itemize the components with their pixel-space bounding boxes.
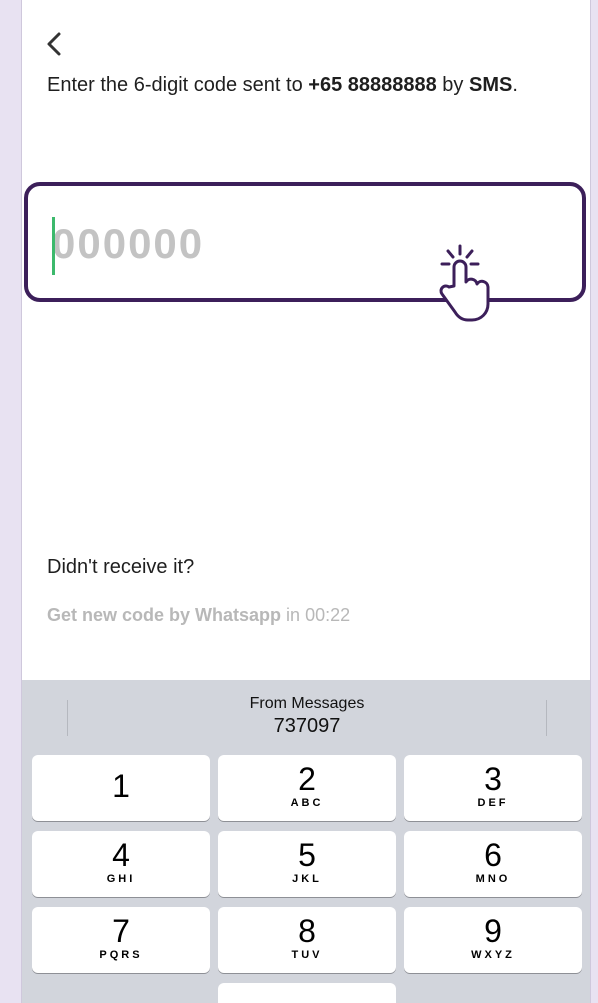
resend-title: Didn't receive it? xyxy=(47,556,195,578)
suggestion-code: 737097 xyxy=(273,715,341,737)
suggestion-divider xyxy=(546,700,547,736)
key-5[interactable]: 5 JKL xyxy=(218,831,396,897)
code-suggestion-bar: From Messages 737097 xyxy=(22,680,590,752)
key-3[interactable]: 3 DEF xyxy=(404,755,582,821)
phone-number: +65 88888888 xyxy=(308,74,437,96)
key-0[interactable] xyxy=(218,983,396,1003)
key-2[interactable]: 2 ABC xyxy=(218,755,396,821)
key-7[interactable]: 7 PQRS xyxy=(32,907,210,973)
key-6[interactable]: 6 MNO xyxy=(404,831,582,897)
key-1[interactable]: 1 xyxy=(32,755,210,821)
numeric-keyboard: From Messages 737097 1 2 ABC 3 DEF 4 GHI… xyxy=(22,680,590,1003)
key-4[interactable]: 4 GHI xyxy=(32,831,210,897)
back-button[interactable] xyxy=(42,26,70,62)
autofill-code-suggestion[interactable]: From Messages 737097 xyxy=(207,694,407,738)
code-input-box[interactable] xyxy=(24,182,586,322)
otp-screen: Enter the 6-digit code sent to +65 88888… xyxy=(21,0,591,1003)
delivery-channel: SMS xyxy=(469,74,513,96)
whatsapp-resend-link[interactable]: Get new code by Whatsapp xyxy=(47,605,281,625)
instruction-text: Enter the 6-digit code sent to +65 88888… xyxy=(47,74,518,96)
suggestion-source: From Messages xyxy=(249,695,365,712)
tap-hand-icon xyxy=(439,244,490,322)
chevron-left-icon xyxy=(47,32,61,56)
key-8[interactable]: 8 TUV xyxy=(218,907,396,973)
countdown-timer: 00:22 xyxy=(305,605,351,625)
timer-prefix: in xyxy=(281,605,306,625)
text-caret xyxy=(52,217,55,275)
code-input[interactable] xyxy=(52,212,432,276)
suggestion-divider xyxy=(67,700,68,736)
key-9[interactable]: 9 WXYZ xyxy=(404,907,582,973)
resend-row: Get new code by Whatsapp in 00:22 xyxy=(47,605,350,626)
